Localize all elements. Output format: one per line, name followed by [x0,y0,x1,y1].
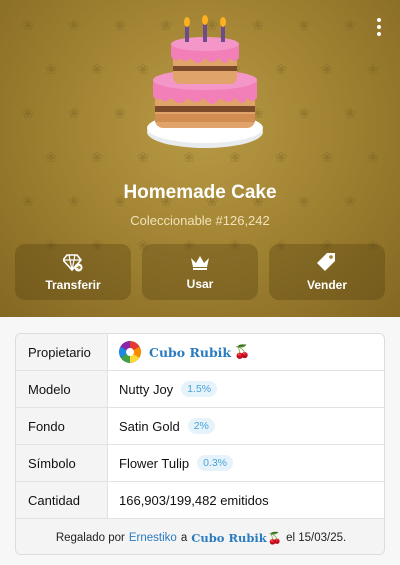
sell-label: Vender [306,278,348,292]
avatar [119,341,141,363]
backdrop-value: Satin Gold [119,418,180,434]
symbol-row: Símbolo Flower Tulip 0.3% [16,445,384,482]
tulip-pattern-icon: ❀ [45,62,57,78]
more-dot-icon [377,25,381,29]
more-options-button[interactable] [372,16,386,38]
symbol-rarity-badge[interactable]: 0.3% [197,455,234,471]
tulip-pattern-icon: ❀ [91,150,103,166]
backdrop-rarity-badge[interactable]: 2% [187,418,215,434]
tag-icon [317,253,335,271]
cherry-emoji: 🍒 [234,344,251,359]
owner-label: Propietario [16,334,108,370]
tulip-pattern-icon: ❀ [68,106,80,122]
tulip-pattern-icon: ❀ [321,150,333,166]
tulip-pattern-icon: ❀ [114,18,126,34]
quantity-row: Cantidad 166,903/199,482 emitidos [16,482,384,519]
cherry-emoji: 🍒 [267,532,283,545]
recipient-link[interactable]: Cubo Rubik [191,531,267,545]
tulip-pattern-icon: ❀ [22,106,34,122]
collectible-number: Coleccionable #126,242 [130,213,270,228]
backdrop-label: Fondo [16,408,108,444]
cake-icon [147,15,263,148]
model-label: Modelo [16,371,108,407]
tulip-pattern-icon: ❀ [344,106,356,122]
tulip-pattern-icon: ❀ [298,106,310,122]
gift-details-table: Propietario Cubo Rubik 🍒 Modelo Nutty Jo… [15,333,385,555]
model-row: Modelo Nutty Joy 1.5% [16,371,384,408]
owner-name: Cubo Rubik [149,344,232,360]
footer-prefix: Regalado por [55,531,125,544]
symbol-label: Símbolo [16,445,108,481]
gift-hero: ❀ ❀ ❀ ❀ ❀ ❀ ❀ ❀ ❀ ❀ ❀ ❀ ❀ ❀ ❀ ❀ ❀ ❀ ❀ ❀ ❀ ❀ ❀ ❀ ❀ ❀ ❀ ❀ ❀ ❀ ❀ ❀ ❀ ❀ ❀ ❀ ❀ ❀ ❀ ❀… [0,0,400,317]
tulip-pattern-icon: ❀ [45,150,57,166]
tulip-pattern-icon: ❀ [275,150,287,166]
owner-row: Propietario Cubo Rubik 🍒 [16,334,384,371]
tulip-pattern-icon: ❀ [367,150,379,166]
quantity-label: Cantidad [16,482,108,518]
more-dot-icon [377,18,381,22]
backdrop-row: Fondo Satin Gold 2% [16,408,384,445]
tulip-pattern-icon: ❀ [298,18,310,34]
tulip-pattern-icon: ❀ [367,62,379,78]
transfer-label: Transferir [45,278,101,292]
footer-suffix: el 15/03/25. [286,531,347,544]
tulip-pattern-icon: ❀ [91,62,103,78]
use-label: Usar [186,277,214,291]
model-rarity-badge[interactable]: 1.5% [181,381,218,397]
tulip-pattern-icon: ❀ [321,62,333,78]
symbol-value: Flower Tulip [119,455,190,471]
tulip-pattern-icon: ❀ [275,62,287,78]
model-value: Nutty Joy [119,381,174,397]
tulip-pattern-icon: ❀ [344,18,356,34]
gift-title: Homemade Cake [123,182,277,203]
use-button[interactable]: Usar [142,244,258,300]
quantity-value: 166,903/199,482 emitidos [119,492,269,508]
tulip-pattern-icon: ❀ [68,18,80,34]
tulip-pattern-icon: ❀ [22,18,34,34]
footer-middle: a [180,531,188,544]
more-dot-icon [377,32,381,36]
transfer-button[interactable]: Transferir [15,244,131,300]
sender-link[interactable]: Ernestiko [129,532,177,544]
crown-icon [191,256,209,270]
gift-history-footer: Regalado por Ernestiko a Cubo Rubik 🍒 el… [16,519,384,554]
owner-value[interactable]: Cubo Rubik 🍒 [108,334,384,370]
diamond-transfer-icon [63,254,83,272]
sell-button[interactable]: Vender [269,244,385,300]
tulip-pattern-icon: ❀ [114,106,126,122]
